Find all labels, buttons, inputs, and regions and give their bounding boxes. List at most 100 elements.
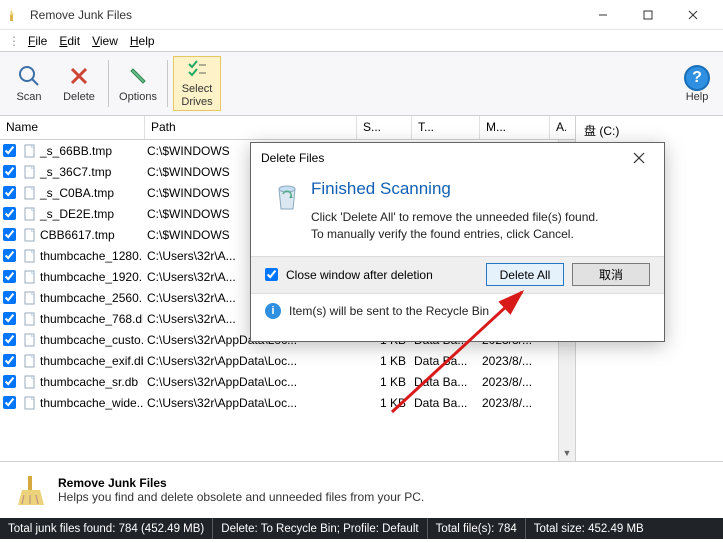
minimize-button[interactable] — [580, 0, 625, 30]
info-icon: i — [265, 303, 281, 319]
delete-all-button[interactable]: Delete All — [486, 263, 564, 286]
select-drives-button[interactable]: Select Drives — [173, 56, 221, 111]
file-type: Data Ba... — [410, 375, 478, 389]
file-icon — [22, 269, 38, 285]
broom-icon — [14, 473, 48, 507]
file-path: C:\Users\32r\AppData\Loc... — [143, 354, 355, 368]
file-path: C:\Users\32r\AppData\Loc... — [143, 396, 355, 410]
footer-desc: Helps you find and delete obsolete and u… — [58, 490, 424, 504]
file-size: 1 KB — [355, 354, 410, 368]
delete-files-dialog: Delete Files Finished Scanning Click 'De… — [250, 142, 665, 342]
file-type: Data Ba... — [410, 354, 478, 368]
row-checkbox[interactable] — [0, 291, 18, 304]
dialog-body-2: To manually verify the found entries, cl… — [311, 226, 598, 243]
column-headers: Name Path S... T... M... A... — [0, 116, 575, 140]
delete-button[interactable]: Delete — [55, 56, 103, 111]
menu-bar: ⋮ File Edit View Help — [0, 30, 723, 52]
col-modified[interactable]: M... — [480, 116, 550, 139]
file-name: thumbcache_wide... — [40, 396, 143, 410]
file-name: thumbcache_1920... — [40, 270, 143, 284]
file-modified: 2023/8/... — [478, 375, 548, 389]
dialog-info-text: Item(s) will be sent to the Recycle Bin — [289, 304, 489, 318]
close-button[interactable] — [670, 0, 715, 30]
toolbar: Scan Delete Options Select Drives ? Help — [0, 52, 723, 116]
dialog-body-1: Click 'Delete All' to remove the unneede… — [311, 209, 598, 226]
menu-file[interactable]: File — [22, 32, 53, 50]
file-icon — [22, 164, 38, 180]
options-button[interactable]: Options — [114, 56, 162, 111]
col-size[interactable]: S... — [357, 116, 412, 139]
help-icon: ? — [684, 65, 710, 91]
file-name: _s_36C7.tmp — [40, 165, 111, 179]
menu-help[interactable]: Help — [124, 32, 161, 50]
status-total-found: Total junk files found: 784 (452.49 MB) — [0, 518, 213, 539]
row-checkbox[interactable] — [0, 186, 18, 199]
row-checkbox[interactable] — [0, 228, 18, 241]
file-name: CBB6617.tmp — [40, 228, 115, 242]
table-row[interactable]: thumbcache_wide...C:\Users\32r\AppData\L… — [0, 392, 575, 413]
file-icon — [22, 395, 38, 411]
file-icon — [22, 311, 38, 327]
col-path[interactable]: Path — [145, 116, 357, 139]
drive-item[interactable]: 盘 (C:) — [582, 120, 717, 141]
col-attr[interactable]: A... — [550, 116, 566, 139]
cancel-button[interactable]: 取消 — [572, 263, 650, 286]
file-size: 1 KB — [355, 375, 410, 389]
file-name: thumbcache_1280... — [40, 249, 143, 263]
row-checkbox[interactable] — [0, 354, 18, 367]
magnifier-icon — [16, 63, 42, 89]
file-name: _s_DE2E.tmp — [40, 207, 114, 221]
menu-view[interactable]: View — [86, 32, 124, 50]
dialog-heading: Finished Scanning — [311, 179, 598, 199]
file-icon — [22, 332, 38, 348]
title-bar: Remove Junk Files — [0, 0, 723, 30]
file-icon — [22, 143, 38, 159]
file-path: C:\Users\32r\AppData\Loc... — [143, 375, 355, 389]
file-icon — [22, 227, 38, 243]
menu-edit[interactable]: Edit — [53, 32, 86, 50]
row-checkbox[interactable] — [0, 165, 18, 178]
close-after-delete-checkbox[interactable]: Close window after deletion — [265, 268, 433, 282]
file-icon — [22, 353, 38, 369]
file-icon — [22, 248, 38, 264]
col-name[interactable]: Name — [0, 116, 145, 139]
row-checkbox[interactable] — [0, 270, 18, 283]
scroll-down-icon[interactable]: ▼ — [559, 444, 575, 461]
help-button[interactable]: ? Help — [675, 54, 719, 113]
wrench-icon — [125, 63, 151, 89]
checklist-icon — [184, 59, 210, 81]
file-type: Data Ba... — [410, 396, 478, 410]
row-checkbox[interactable] — [0, 249, 18, 262]
dialog-close-button[interactable] — [624, 143, 654, 173]
row-checkbox[interactable] — [0, 333, 18, 346]
x-icon — [66, 63, 92, 89]
status-bar: Total junk files found: 784 (452.49 MB) … — [0, 518, 723, 539]
file-name: thumbcache_sr.db — [40, 375, 138, 389]
table-row[interactable]: thumbcache_sr.db C:\Users\32r\AppData\Loc… — [0, 371, 575, 392]
scan-button[interactable]: Scan — [5, 56, 53, 111]
file-icon — [22, 290, 38, 306]
row-checkbox[interactable] — [0, 312, 18, 325]
file-name: _s_C0BA.tmp — [40, 186, 114, 200]
file-name: thumbcache_2560... — [40, 291, 143, 305]
table-row[interactable]: thumbcache_exif.dbC:\Users\32r\AppData\L… — [0, 350, 575, 371]
close-after-delete-input[interactable] — [265, 268, 278, 281]
file-modified: 2023/8/... — [478, 396, 548, 410]
footer-title: Remove Junk Files — [58, 476, 424, 490]
status-total-size: Total size: 452.49 MB — [526, 518, 652, 539]
row-checkbox[interactable] — [0, 144, 18, 157]
app-icon — [8, 7, 24, 23]
file-name: thumbcache_768.db — [40, 312, 143, 326]
row-checkbox[interactable] — [0, 207, 18, 220]
recycle-bin-icon — [269, 179, 311, 244]
file-size: 1 KB — [355, 396, 410, 410]
row-checkbox[interactable] — [0, 396, 18, 409]
row-checkbox[interactable] — [0, 375, 18, 388]
file-icon — [22, 206, 38, 222]
info-footer: Remove Junk Files Helps you find and del… — [0, 462, 723, 518]
file-name: thumbcache_exif.db — [40, 354, 143, 368]
col-type[interactable]: T... — [412, 116, 480, 139]
window-title: Remove Junk Files — [30, 8, 580, 22]
file-name: _s_66BB.tmp — [40, 144, 112, 158]
maximize-button[interactable] — [625, 0, 670, 30]
